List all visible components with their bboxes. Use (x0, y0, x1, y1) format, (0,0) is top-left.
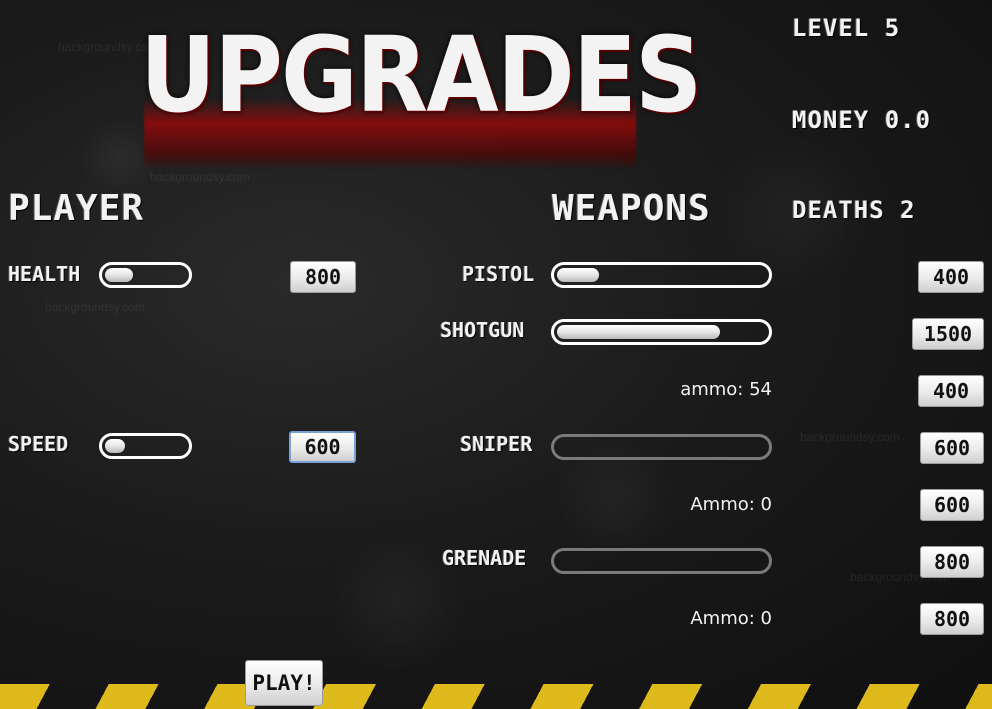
shotgun-level-fill (557, 325, 720, 339)
shotgun-ammo-text: ammo: 54 (680, 379, 772, 400)
grenade-upgrade-button[interactable]: 800 (920, 546, 984, 578)
pistol-label: PISTOL (462, 262, 535, 286)
grenade-ammo-text: Ammo: 0 (690, 608, 772, 629)
speed-level-fill (105, 439, 125, 453)
watermark-text: backgroundsy.com (45, 300, 145, 314)
health-level-fill (105, 268, 133, 282)
speed-label: SPEED (8, 432, 69, 456)
grenade-level-bar (551, 548, 772, 574)
sniper-upgrade-button[interactable]: 600 (920, 432, 984, 464)
watermark-text: backgroundsy.com (800, 430, 900, 444)
play-button[interactable]: PLAY! (245, 660, 323, 706)
shotgun-ammo-button[interactable]: 400 (918, 375, 984, 407)
hazard-stripe-border (0, 684, 992, 709)
grenade-label: GRENADE (442, 546, 527, 570)
health-label: HEALTH (8, 262, 81, 286)
health-upgrade-button[interactable]: 800 (290, 261, 356, 293)
shotgun-label: SHOTGUN (440, 318, 525, 342)
page-title: UPGRADES (140, 14, 702, 136)
shotgun-upgrade-button[interactable]: 1500 (912, 318, 984, 350)
pistol-upgrade-button[interactable]: 400 (918, 261, 984, 293)
speed-upgrade-button[interactable]: 600 (289, 431, 356, 463)
player-heading: PLAYER (8, 188, 145, 229)
sniper-ammo-text: Ammo: 0 (690, 494, 772, 515)
sniper-level-bar (551, 434, 772, 460)
watermark-text: backgroundsy.com (150, 170, 250, 184)
money-readout: MONEY 0.0 (792, 106, 932, 134)
level-readout: LEVEL 5 (792, 14, 901, 42)
grenade-ammo-button[interactable]: 800 (920, 603, 984, 635)
shotgun-level-bar (551, 319, 772, 345)
weapons-heading: WEAPONS (552, 188, 711, 229)
health-level-bar (99, 262, 192, 288)
deaths-readout: DEATHS 2 (792, 196, 916, 224)
pistol-level-bar (551, 262, 772, 288)
sniper-ammo-button[interactable]: 600 (920, 489, 984, 521)
speed-level-bar (99, 433, 192, 459)
upgrades-title-logo: UPGRADES (140, 10, 702, 170)
pistol-level-fill (557, 268, 599, 282)
sniper-label: SNIPER (460, 432, 533, 456)
game-background: backgroundsy.com backgroundsy.com backgr… (0, 0, 992, 709)
